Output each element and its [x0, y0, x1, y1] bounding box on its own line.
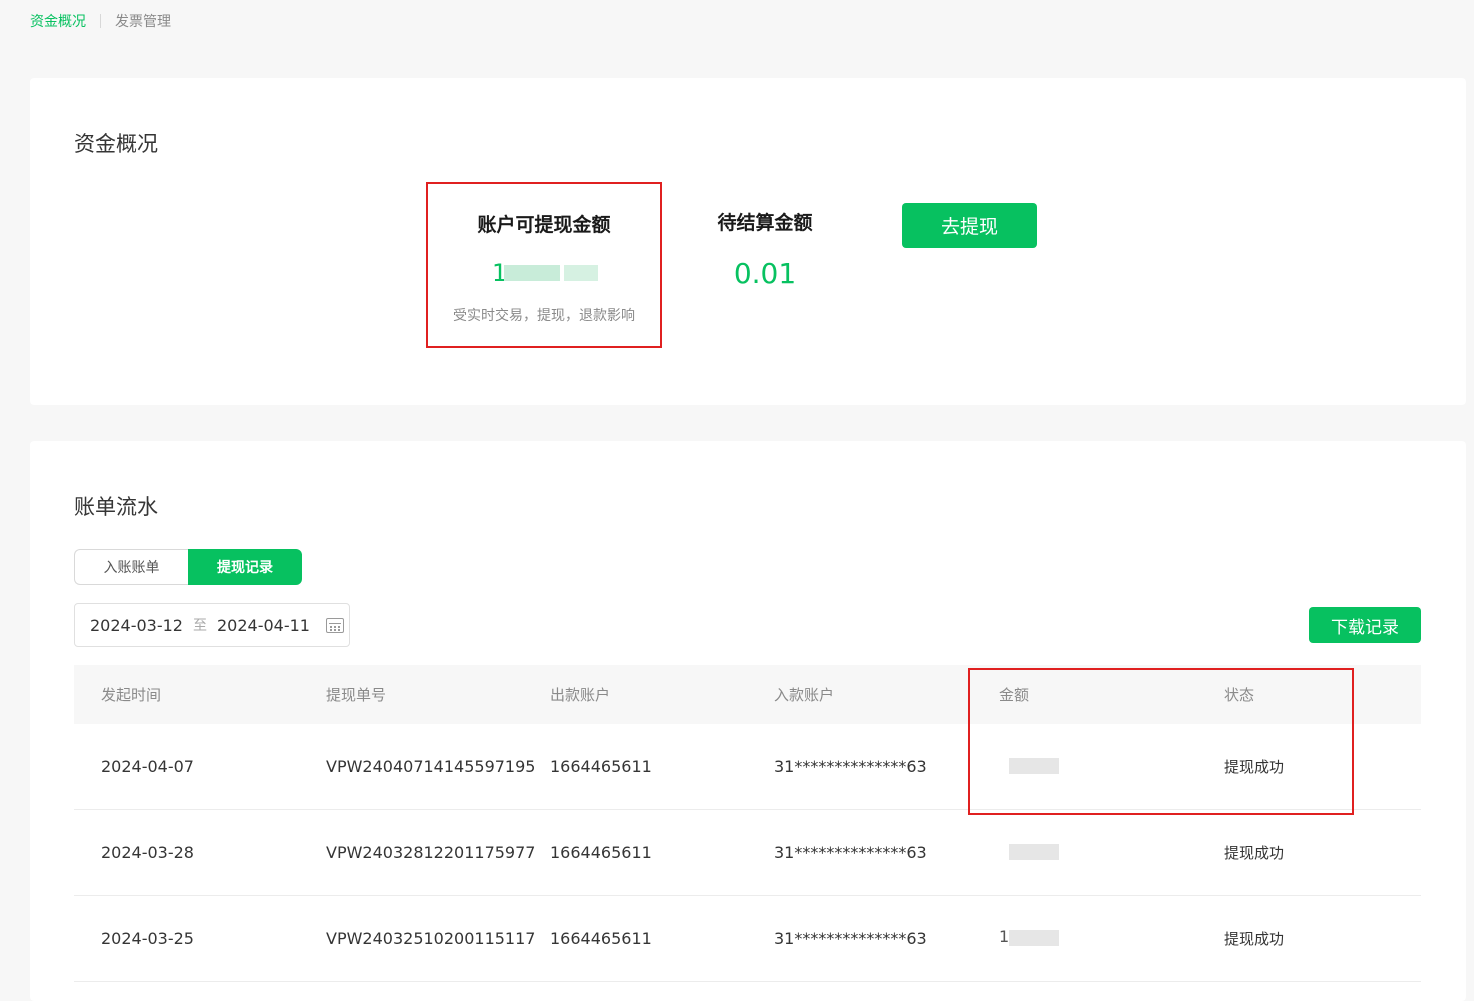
date-separator: 至 [192, 618, 207, 634]
nav-divider [100, 14, 101, 28]
row-amount-redacted: 1 [999, 927, 1065, 951]
funds-overview-card: 资金概况 账户可提现金额 1 受实时交易，提现，退款影响 待结算金额 0.01 … [30, 78, 1466, 405]
row-amount-redacted [999, 755, 1065, 779]
pending-value: 0.01 [733, 257, 797, 290]
withdrawable-value-redacted: 1 [492, 261, 598, 285]
table-row[interactable]: 2024-03-28 VPW24032812201175977 16644656… [74, 810, 1421, 896]
row-from-account: 1664465611 [550, 843, 652, 862]
top-nav: 资金概况 发票管理 [30, 11, 171, 31]
nav-funds-overview[interactable]: 资金概况 [30, 11, 86, 31]
row-date: 2024-03-28 [101, 843, 194, 862]
date-range-picker[interactable]: 2024-03-12 至 2024-04-11 [74, 603, 350, 647]
date-start[interactable]: 2024-03-12 [90, 616, 183, 635]
table-row[interactable]: 2024-03-25 VPW24032510200115117 16644656… [74, 896, 1421, 982]
row-from-account: 1664465611 [550, 929, 652, 948]
table-row[interactable]: 2024-04-07 VPW24040714145597195 16644656… [74, 724, 1421, 810]
tab-income-bills[interactable]: 入账账单 [74, 549, 188, 585]
col-header-order-no: 提现单号 [326, 685, 387, 704]
statement-title: 账单流水 [74, 495, 158, 519]
download-records-button[interactable]: 下载记录 [1309, 607, 1421, 643]
row-date: 2024-04-07 [101, 757, 194, 776]
table-header: 发起时间 提现单号 出款账户 入款账户 金额 状态 [74, 665, 1421, 724]
pending-settlement-box: 待结算金额 0.01 [700, 182, 830, 290]
row-to-account: 31**************63 [774, 929, 927, 948]
row-order-no: VPW24032510200115117 [326, 928, 536, 948]
row-status: 提现成功 [1224, 930, 1285, 948]
col-header-amount: 金额 [999, 686, 1030, 704]
row-order-no: VPW24032812201175977 [326, 842, 536, 862]
calendar-icon[interactable] [325, 617, 344, 633]
row-status: 提现成功 [1224, 758, 1285, 776]
withdraw-button[interactable]: 去提现 [902, 203, 1037, 248]
withdraw-records-table: 发起时间 提现单号 出款账户 入款账户 金额 状态 2024-04-07 VPW… [74, 665, 1421, 982]
row-date: 2024-03-25 [101, 929, 194, 948]
row-to-account: 31**************63 [774, 843, 927, 862]
row-amount-redacted [999, 841, 1065, 865]
withdrawable-hint: 受实时交易，提现，退款影响 [453, 308, 635, 324]
col-header-date: 发起时间 [101, 686, 162, 704]
overview-title: 资金概况 [74, 132, 158, 156]
col-header-to-account: 入款账户 [774, 686, 835, 704]
col-header-from-account: 出款账户 [550, 686, 611, 704]
statement-card: 账单流水 入账账单 提现记录 2024-03-12 至 2024-04-11 下… [30, 441, 1466, 1001]
row-to-account: 31**************63 [774, 757, 927, 776]
row-from-account: 1664465611 [550, 757, 652, 776]
withdrawable-label: 账户可提现金额 [477, 214, 611, 236]
col-header-status: 状态 [1224, 686, 1255, 704]
withdrawable-amount-box: 账户可提现金额 1 受实时交易，提现，退款影响 [426, 182, 662, 348]
statement-tabs: 入账账单 提现记录 [74, 549, 302, 585]
row-status: 提现成功 [1224, 844, 1285, 862]
pending-label: 待结算金额 [717, 212, 813, 234]
tab-withdraw-records[interactable]: 提现记录 [188, 549, 302, 585]
date-end[interactable]: 2024-04-11 [217, 616, 310, 635]
nav-invoice-management[interactable]: 发票管理 [115, 11, 171, 31]
row-order-no: VPW24040714145597195 [326, 756, 536, 776]
